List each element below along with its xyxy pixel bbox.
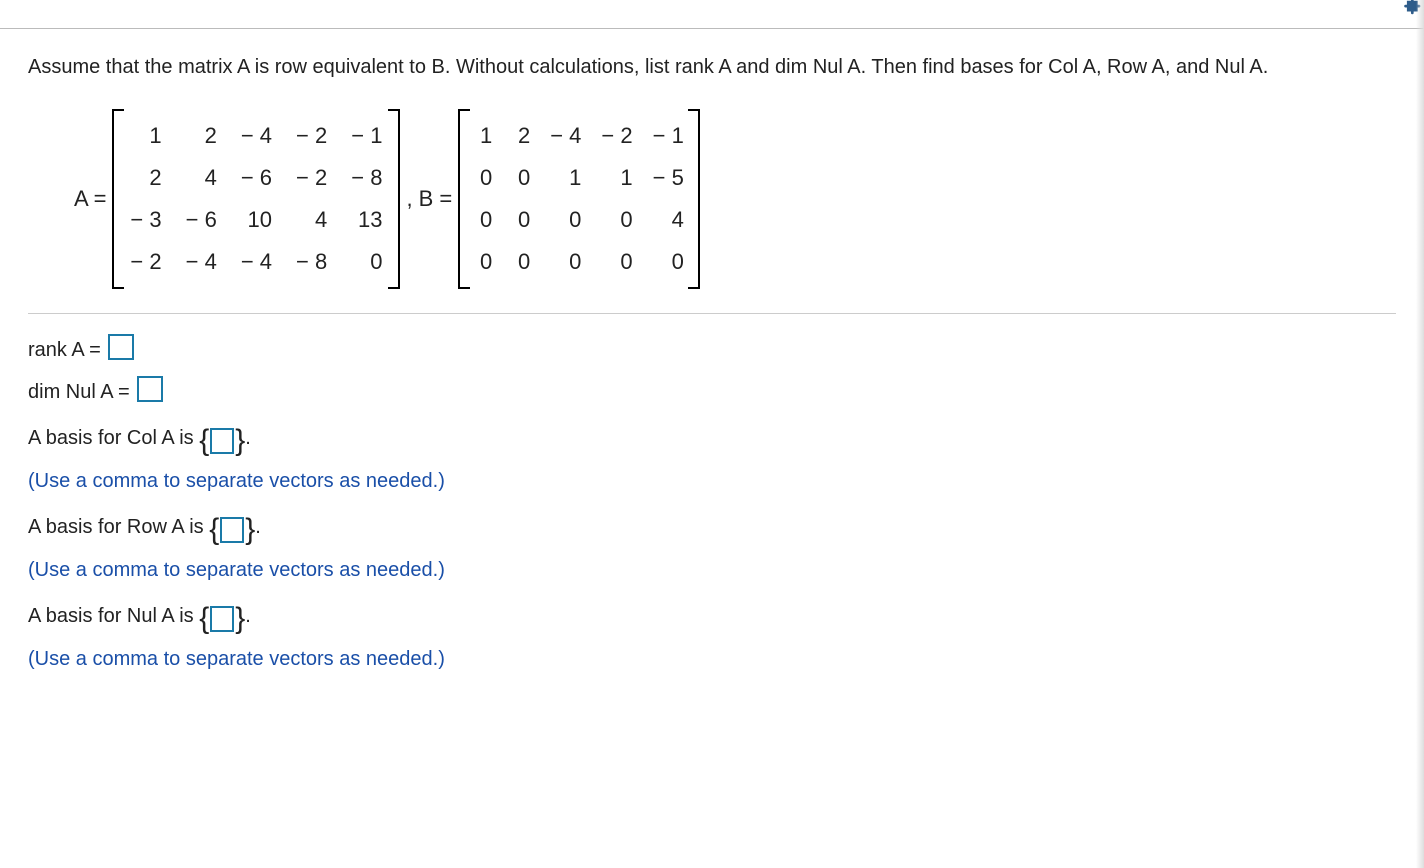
matrix-a: 12− 4− 2− 1 24− 6− 2− 8 − 3− 610413 − 2−… — [112, 109, 400, 289]
period: . — [245, 427, 251, 449]
comma: , — [406, 186, 412, 212]
rank-answer-line: rank A = — [28, 334, 1396, 362]
left-brace-icon: { — [199, 426, 209, 456]
matrices-row: A = 12− 4− 2− 1 24− 6− 2− 8 − 3− 610413 … — [28, 109, 1396, 289]
row-basis-group: A basis for Row A is { } . (Use a comma … — [28, 515, 1396, 582]
period: . — [245, 605, 251, 627]
nul-basis-set: { } — [199, 604, 245, 634]
left-brace-icon: { — [209, 515, 219, 545]
nul-basis-label: A basis for Nul A is — [28, 605, 199, 627]
nul-basis-hint: (Use a comma to separate vectors as need… — [28, 648, 1396, 671]
period: . — [255, 516, 261, 538]
row-basis-label: A basis for Row A is — [28, 516, 209, 538]
rank-label: rank A = — [28, 339, 101, 361]
row-basis-hint: (Use a comma to separate vectors as need… — [28, 559, 1396, 582]
col-basis-set: { } — [199, 426, 245, 456]
nul-basis-input[interactable] — [210, 606, 234, 632]
right-brace-icon: } — [235, 604, 245, 634]
col-basis-group: A basis for Col A is { } . (Use a comma … — [28, 426, 1396, 493]
left-brace-icon: { — [199, 604, 209, 634]
right-brace-icon: } — [245, 515, 255, 545]
question-content: Assume that the matrix A is row equivale… — [0, 29, 1424, 711]
dimnul-answer-line: dim Nul A = — [28, 376, 1396, 404]
matrix-b: 12− 4− 2− 1 0011− 5 00004 00000 — [458, 109, 700, 289]
col-basis-input[interactable] — [210, 428, 234, 454]
dimnul-input[interactable] — [137, 376, 163, 402]
matrix-a-label: A = — [74, 186, 106, 212]
nul-basis-group: A basis for Nul A is { } . (Use a comma … — [28, 604, 1396, 671]
question-prompt: Assume that the matrix A is row equivale… — [28, 53, 1396, 81]
answers-divider — [28, 313, 1396, 314]
col-basis-label: A basis for Col A is — [28, 427, 199, 449]
col-basis-hint: (Use a comma to separate vectors as need… — [28, 470, 1396, 493]
matrix-b-label: B = — [419, 186, 453, 212]
rank-input[interactable] — [108, 334, 134, 360]
dimnul-label: dim Nul A = — [28, 381, 130, 403]
right-brace-icon: } — [235, 426, 245, 456]
page-shadow — [1416, 0, 1424, 868]
row-basis-input[interactable] — [220, 517, 244, 543]
row-basis-set: { } — [209, 515, 255, 545]
